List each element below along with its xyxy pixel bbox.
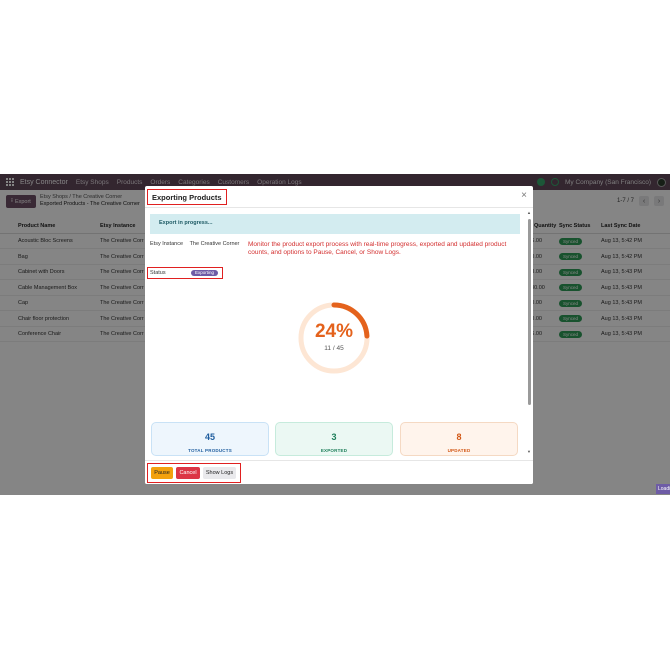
exported-card: 3 EXPORTED	[275, 422, 393, 456]
status-field: Status Exporting	[147, 267, 223, 279]
status-label: Status	[150, 270, 166, 276]
pause-button[interactable]: Pause	[151, 467, 173, 479]
export-dialog: Exporting Products × Export in progress.…	[145, 186, 533, 484]
dialog-title: Exporting Products	[147, 189, 227, 205]
scroll-up-icon[interactable]: ▲	[527, 210, 531, 215]
updated-label: UPDATED	[447, 448, 471, 453]
exported-label: EXPORTED	[320, 448, 348, 453]
dialog-footer: Pause Cancel Show Logs	[145, 460, 533, 484]
total-products-card: 45 TOTAL PRODUCTS	[151, 422, 269, 456]
scrollbar-thumb[interactable]	[528, 219, 531, 405]
app-window: Etsy Connector Etsy Shops Products Order…	[0, 174, 670, 495]
scroll-down-icon[interactable]: ▼	[527, 449, 531, 454]
progress-count: 11 / 45	[324, 345, 344, 352]
annotation-text: Monitor the product export process with …	[248, 241, 507, 256]
instance-value: The Creative Corner	[189, 241, 240, 247]
instance-label: Etsy Instance	[150, 241, 184, 247]
loading-tag: Loadi	[656, 484, 670, 494]
dialog-header: Exporting Products ×	[145, 186, 533, 208]
status-badge: Exporting	[191, 270, 219, 276]
total-products-label: TOTAL PRODUCTS	[188, 448, 232, 453]
updated-value: 8	[456, 432, 462, 442]
progress-percent: 24%	[314, 321, 354, 342]
cancel-button[interactable]: Cancel	[176, 467, 200, 479]
footer-actions-highlight: Pause Cancel Show Logs	[147, 463, 241, 483]
total-products-value: 45	[204, 432, 215, 442]
progress-banner: Export in progress...	[150, 214, 520, 234]
show-logs-button[interactable]: Show Logs	[203, 467, 236, 479]
updated-card: 8 UPDATED	[400, 422, 518, 456]
close-icon[interactable]: ×	[521, 190, 527, 201]
exported-value: 3	[331, 432, 337, 442]
stat-cards: 45 TOTAL PRODUCTS 3 EXPORTED 8 UPDATED	[151, 422, 521, 456]
